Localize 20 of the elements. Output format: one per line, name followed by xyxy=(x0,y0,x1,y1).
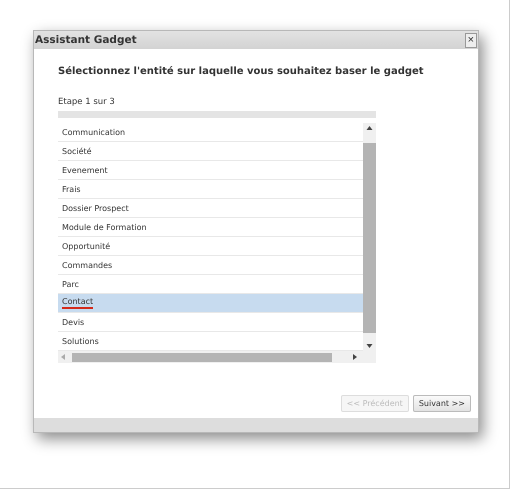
close-button[interactable]: × xyxy=(464,32,477,48)
underlined-label: Contact xyxy=(62,297,94,309)
window-title: Assistant Gadget xyxy=(34,34,137,46)
scroll-thumb[interactable] xyxy=(363,143,376,333)
next-button[interactable]: Suivant >> xyxy=(412,395,471,412)
list-item[interactable]: Opportunité xyxy=(58,237,363,256)
list-item[interactable]: Dossier Prospect xyxy=(58,199,363,218)
instruction-heading: Sélectionnez l'entité sur laquelle vous souhaitez baser le gadget xyxy=(58,66,425,77)
horizontal-scroll-thumb[interactable] xyxy=(72,352,332,362)
list-item[interactable]: Frais xyxy=(58,180,363,199)
list-item[interactable]: Evenement xyxy=(58,161,363,180)
list-item[interactable]: Module de Formation xyxy=(58,218,363,237)
list-item-row[interactable]: Contact xyxy=(58,294,363,313)
list-item[interactable]: Société xyxy=(58,142,363,161)
horizontal-scrollbar[interactable] xyxy=(58,351,376,363)
list-item[interactable]: Communication xyxy=(58,123,363,142)
list-item[interactable]: Devis xyxy=(58,313,363,332)
step-label: Etape 1 sur 3 xyxy=(58,97,116,107)
vertical-scrollbar[interactable] xyxy=(363,123,376,351)
list-item[interactable]: Commandes xyxy=(58,256,363,275)
